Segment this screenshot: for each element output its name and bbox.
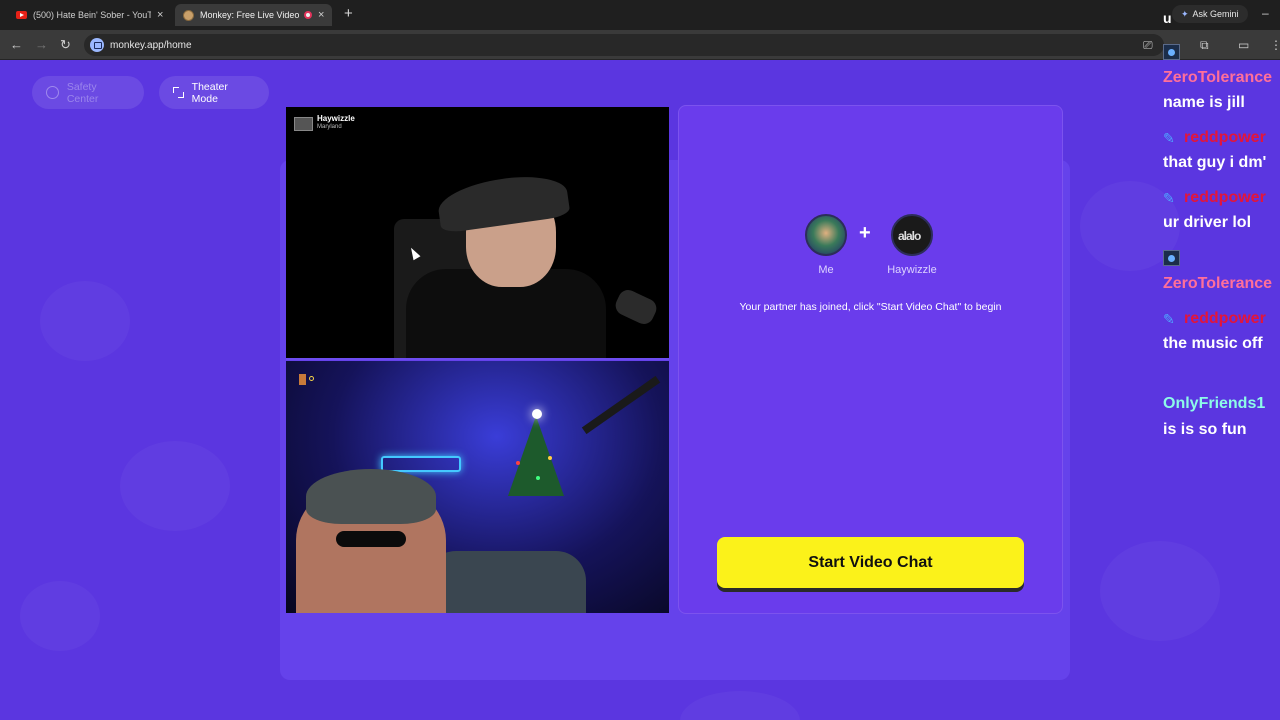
partner-tag: Haywizzle Maryland	[294, 114, 355, 131]
mic-arm	[581, 375, 661, 435]
self-video	[286, 361, 669, 613]
self-tag-icon	[299, 374, 306, 385]
theater-mode-label: Theater Mode	[191, 80, 228, 105]
cast-icon[interactable]: ⎚	[1143, 38, 1153, 53]
minimize-button[interactable]: –	[1262, 6, 1269, 20]
bg-blob	[20, 581, 100, 651]
tree-light	[548, 456, 552, 460]
expand-icon	[173, 87, 184, 98]
bg-blob	[120, 441, 230, 531]
partner-name: Haywizzle	[317, 114, 355, 123]
tab-monkey[interactable]: Monkey: Free Live Video Chat ×	[175, 4, 333, 26]
reload-icon[interactable]: ↻	[60, 37, 71, 53]
tree-star	[532, 409, 542, 419]
bg-blob	[40, 281, 130, 361]
bg-blob	[680, 691, 800, 720]
bg-blob	[1100, 541, 1220, 641]
browser-toolbar: ← → ↻ monkey.app/home ⎚ ⧉ ▭ ⋮	[0, 30, 1280, 60]
chat-username: reddpower	[1184, 129, 1266, 146]
me-label: Me	[818, 264, 834, 276]
partner-video: Haywizzle Maryland	[286, 107, 669, 360]
shield-icon	[46, 86, 59, 99]
tree-light	[536, 476, 540, 480]
forward-icon[interactable]: →	[35, 37, 48, 52]
tab-youtube[interactable]: (500) Hate Bein' Sober - YouTube ×	[8, 4, 171, 26]
self-sunglasses	[336, 531, 406, 547]
me-avatar	[805, 214, 847, 256]
ask-gemini-label: Ask Gemini	[1192, 9, 1239, 19]
chat-message: the music off	[1163, 335, 1263, 352]
self-cap	[306, 469, 436, 524]
neon-sign	[381, 456, 461, 472]
user-badge-icon	[1163, 44, 1180, 60]
christmas-tree	[508, 416, 564, 496]
pin-icon: ✎	[1163, 190, 1175, 206]
chat-message: that guy i dm'	[1163, 154, 1267, 171]
url-text: monkey.app/home	[110, 39, 192, 51]
new-tab-button[interactable]: +	[344, 5, 353, 22]
stream-chat-overlay: ZeroTolerance name is jill ✎ reddpower t…	[1158, 36, 1280, 456]
youtube-icon	[16, 11, 27, 19]
chat-username: reddpower	[1184, 310, 1266, 327]
channel-initial: u	[1163, 10, 1172, 26]
partner-figure	[346, 170, 660, 358]
microphone	[612, 286, 660, 328]
tree-light	[516, 461, 520, 465]
safety-center-label: Safety Center	[66, 80, 99, 105]
chat-message: name is jill	[1163, 94, 1245, 111]
match-panel: + alalo Me Haywizzle Your partner has jo…	[678, 105, 1063, 614]
chat-username: reddpower	[1184, 189, 1266, 206]
partner-tag-avatar	[294, 117, 313, 131]
tab-title: (500) Hate Bein' Sober - YouTube	[33, 10, 151, 20]
browser-tab-strip: (500) Hate Bein' Sober - YouTube × Monke…	[0, 0, 1280, 30]
ask-gemini-button[interactable]: ✦ Ask Gemini	[1172, 5, 1248, 23]
chat-message: ur driver lol	[1163, 214, 1252, 231]
pin-icon: ✎	[1163, 130, 1175, 146]
partner-avatar: alalo	[891, 214, 933, 256]
monkey-icon	[183, 9, 194, 21]
start-video-chat-button[interactable]: Start Video Chat	[717, 537, 1024, 588]
address-bar[interactable]: monkey.app/home	[84, 34, 1164, 56]
chat-username: OnlyFriends1	[1163, 395, 1266, 412]
site-info-icon[interactable]	[90, 38, 104, 52]
user-badge-icon	[1163, 250, 1180, 266]
chat-message: is is so fun	[1163, 421, 1247, 438]
partner-label: Haywizzle	[887, 264, 937, 276]
gemini-icon: ✦	[1181, 8, 1189, 19]
chat-username: ZeroTolerance	[1163, 275, 1273, 292]
close-tab-icon[interactable]: ×	[318, 9, 324, 21]
plus-icon: +	[859, 222, 871, 244]
pin-icon: ✎	[1163, 311, 1175, 327]
self-shirt	[426, 551, 586, 613]
theater-mode-button[interactable]: Theater Mode	[159, 76, 269, 109]
recording-icon	[304, 11, 312, 19]
close-tab-icon[interactable]: ×	[157, 9, 163, 21]
chat-username: ZeroTolerance	[1163, 69, 1273, 86]
tab-title: Monkey: Free Live Video Chat	[200, 10, 300, 20]
back-icon[interactable]: ←	[10, 37, 23, 52]
partner-location: Maryland	[317, 124, 342, 130]
self-tag-dot	[309, 376, 314, 381]
partner-avatar-text: alalo	[898, 229, 921, 243]
status-text: Your partner has joined, click "Start Vi…	[739, 301, 1002, 313]
safety-center-button[interactable]: Safety Center	[32, 76, 144, 109]
